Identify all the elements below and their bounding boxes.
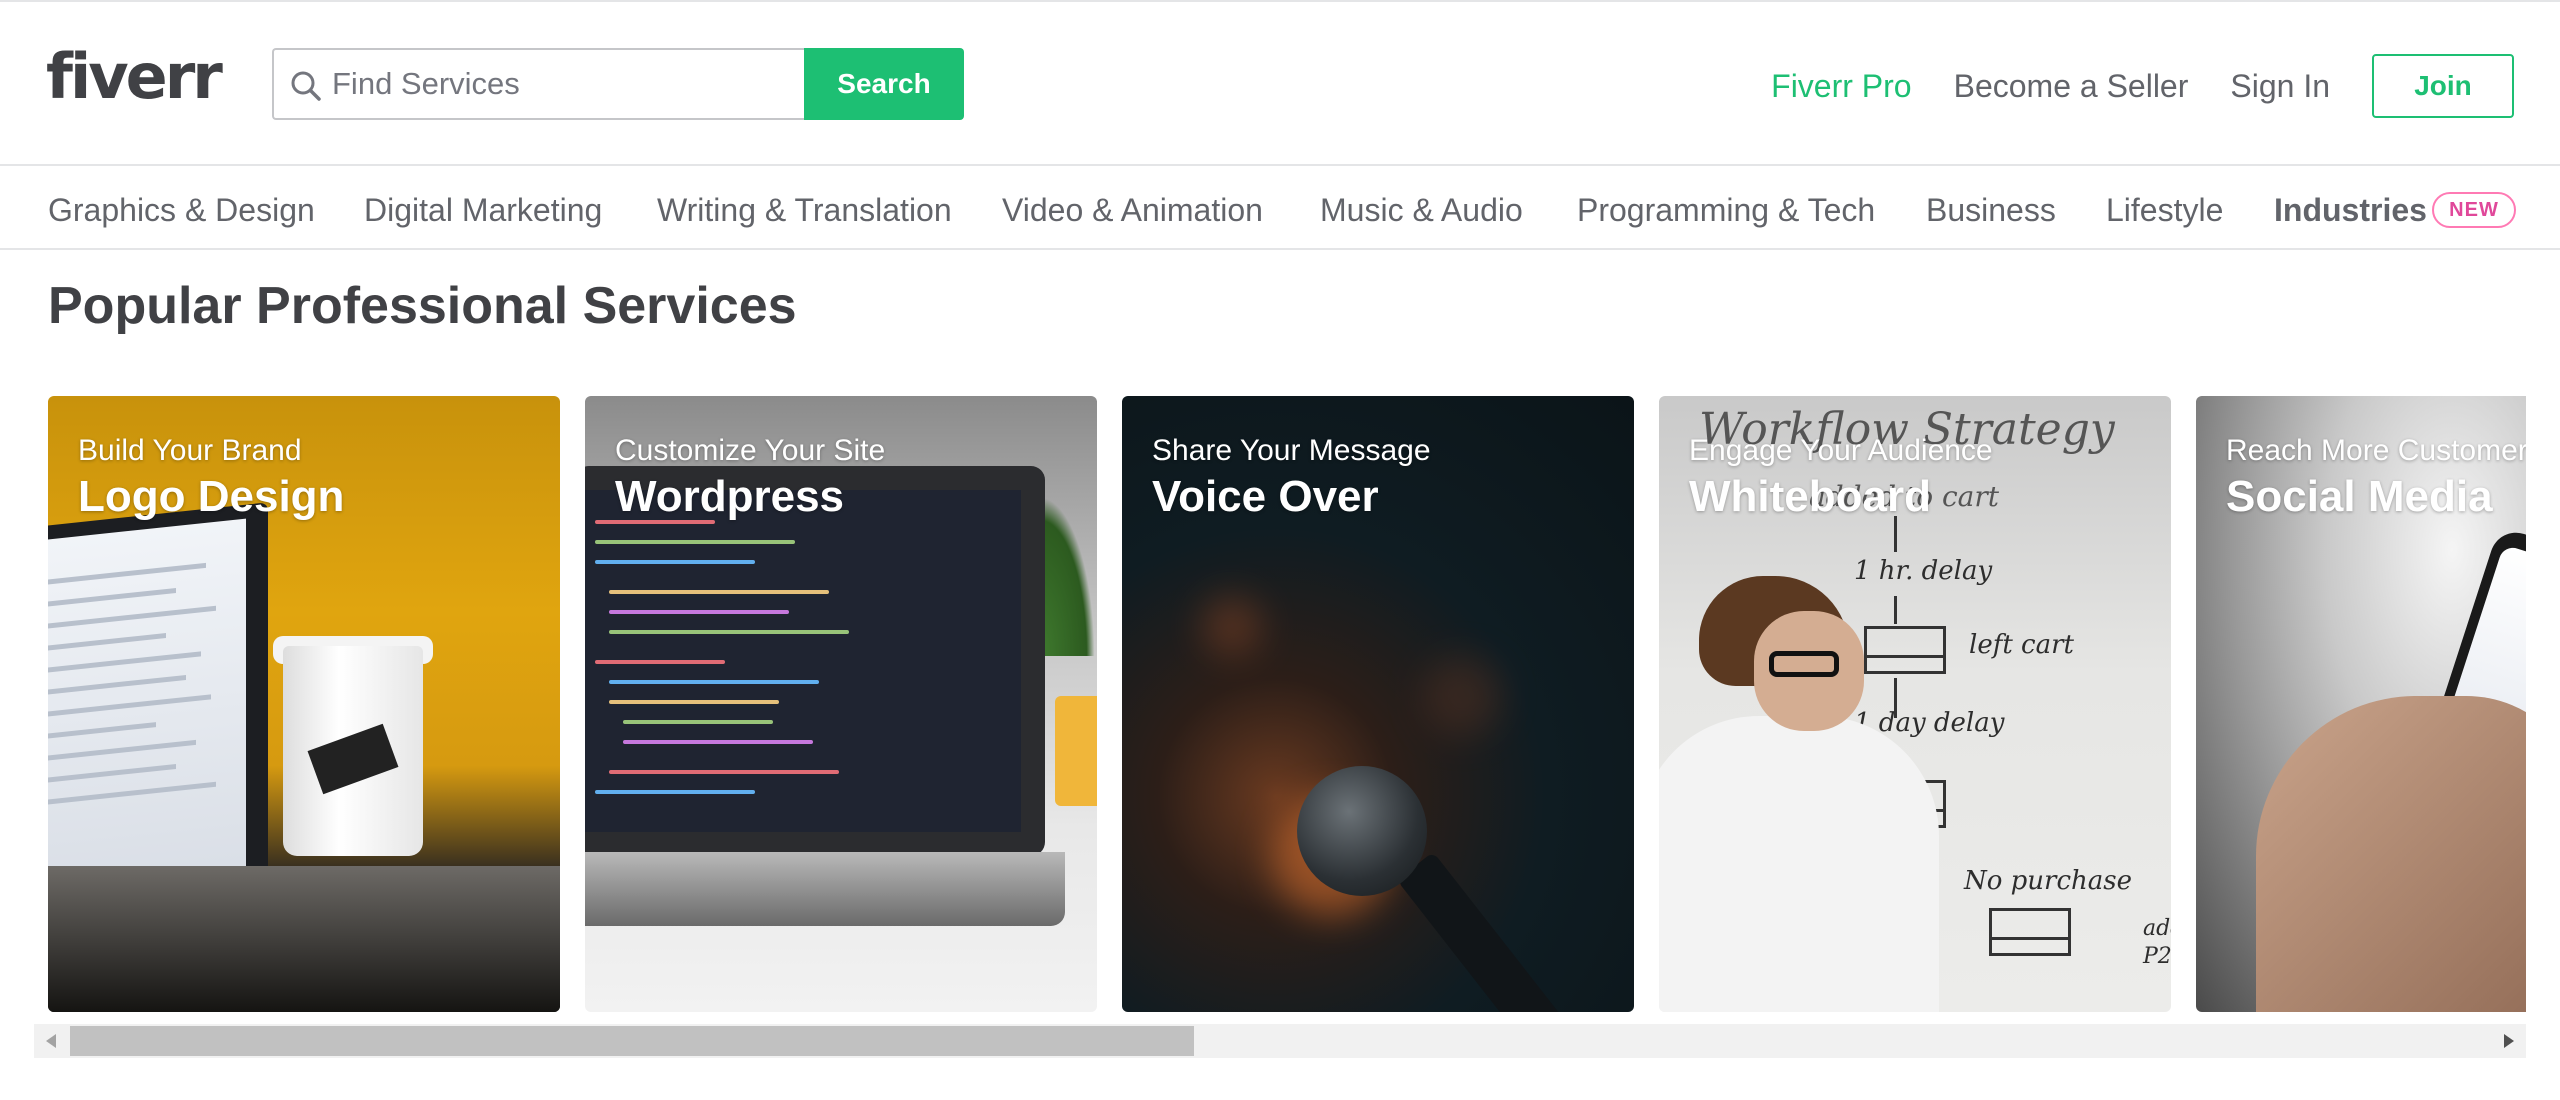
fiverr-logo[interactable]: fiverr: [46, 40, 223, 113]
card-subtitle: Customize Your Site: [615, 434, 886, 467]
hand-image: [2256, 696, 2526, 1012]
person-image: [1659, 716, 1939, 1012]
scrollbar-thumb[interactable]: [70, 1026, 1194, 1056]
whiteboard-note: add: [2143, 916, 2171, 941]
card-title: Logo Design: [78, 472, 345, 521]
service-card-logo-design[interactable]: Build Your Brand Logo Design: [48, 396, 560, 1012]
search-button[interactable]: Search: [804, 48, 964, 120]
search-icon: [291, 71, 321, 101]
triangle-left-icon: [46, 1034, 56, 1048]
carousel-scrollbar[interactable]: [34, 1024, 2526, 1058]
fiverr-pro-link[interactable]: Fiverr Pro: [1771, 68, 1911, 105]
card-subtitle: Share Your Message: [1152, 434, 1431, 467]
join-button[interactable]: Join: [2372, 54, 2514, 118]
category-business[interactable]: Business: [1926, 192, 2056, 229]
category-digital-marketing[interactable]: Digital Marketing: [364, 192, 602, 229]
category-menu: Graphics & Design Digital Marketing Writ…: [0, 168, 2560, 250]
whiteboard-note: No purchase: [1964, 866, 2133, 896]
header-nav: Fiverr Pro Become a Seller Sign In Join: [1771, 52, 2560, 120]
search-box: [272, 48, 804, 120]
category-graphics-design[interactable]: Graphics & Design: [48, 192, 315, 229]
card-title: Wordpress: [615, 472, 845, 521]
service-card-voice-over[interactable]: Share Your Message Voice Over: [1122, 396, 1634, 1012]
card-title: Social Media: [2226, 472, 2493, 521]
scroll-left-arrow[interactable]: [34, 1024, 68, 1058]
category-video-animation[interactable]: Video & Animation: [1002, 192, 1263, 229]
card-title: Voice Over: [1152, 472, 1379, 521]
category-lifestyle[interactable]: Lifestyle: [2106, 192, 2223, 229]
service-card-whiteboard[interactable]: Workflow Strategy added to cart 1 hr. de…: [1659, 396, 2171, 1012]
microphone-image: [1297, 766, 1427, 896]
search-form: Search: [272, 48, 964, 120]
card-title: Whiteboard: [1689, 472, 1931, 521]
search-input[interactable]: [332, 50, 792, 118]
category-writing-translation[interactable]: Writing & Translation: [657, 192, 952, 229]
category-programming-tech[interactable]: Programming & Tech: [1577, 192, 1875, 229]
card-subtitle: Reach More Customers: [2226, 434, 2526, 467]
become-seller-link[interactable]: Become a Seller: [1954, 68, 2189, 105]
service-card-wordpress[interactable]: Customize Your Site Wordpress: [585, 396, 1097, 1012]
service-card-social-media[interactable]: Reach More Customers Social Media: [2196, 396, 2526, 1012]
microphone-stand: [1396, 851, 1563, 1012]
card-subtitle: Engage Your Audience: [1689, 434, 1993, 467]
whiteboard-note: P2: [2143, 944, 2171, 969]
category-music-audio[interactable]: Music & Audio: [1320, 192, 1523, 229]
site-header: fiverr Search Fiverr Pro Become a Seller…: [0, 2, 2560, 166]
services-carousel: Build Your Brand Logo Design Customize Y…: [48, 396, 2526, 1012]
new-badge: NEW: [2432, 192, 2516, 228]
scroll-right-arrow[interactable]: [2492, 1024, 2526, 1058]
sign-in-link[interactable]: Sign In: [2230, 68, 2330, 105]
whiteboard-note: left cart: [1969, 630, 2074, 660]
triangle-right-icon: [2504, 1034, 2514, 1048]
whiteboard-note: 1 hr. delay: [1854, 556, 1993, 586]
category-industries[interactable]: Industries: [2274, 192, 2427, 229]
card-subtitle: Build Your Brand: [78, 434, 302, 467]
section-title: Popular Professional Services: [48, 277, 797, 335]
laptop-image: [585, 466, 1045, 856]
